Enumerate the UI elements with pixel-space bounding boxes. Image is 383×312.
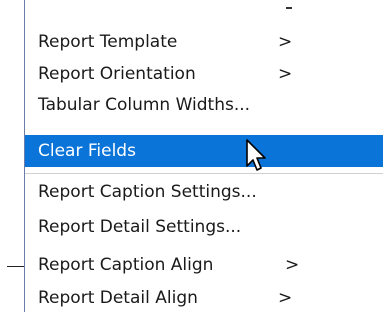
context-menu: Report Template > Report Orientation > T… [24, 0, 383, 312]
tree-connector-line [7, 266, 24, 267]
submenu-arrow-icon: > [285, 255, 300, 275]
menu-item-tabular-column-widths[interactable]: Tabular Column Widths... [25, 90, 383, 121]
menu-item-report-caption-align[interactable]: Report Caption Align > [25, 250, 383, 281]
menu-item-label: Report Orientation [38, 64, 196, 84]
menu-item-label: Clear Fields [38, 141, 136, 161]
menu-item-report-orientation[interactable]: Report Orientation > [25, 59, 383, 90]
menu-item-report-template[interactable]: Report Template > [25, 27, 383, 58]
menu-item-label: Report Detail Settings... [38, 217, 242, 237]
submenu-arrow-icon: > [278, 32, 293, 52]
menu-item-clear-fields[interactable]: Clear Fields [25, 135, 383, 167]
menu-item-report-detail-settings[interactable]: Report Detail Settings... [25, 212, 383, 243]
menu-item-label: Report Caption Align [38, 255, 214, 275]
menu-item-report-caption-settings[interactable]: Report Caption Settings... [25, 177, 383, 208]
menu-top-fragment [286, 7, 292, 9]
menu-item-label: Tabular Column Widths... [38, 95, 251, 115]
submenu-arrow-icon: > [278, 288, 293, 308]
menu-separator [25, 173, 383, 174]
mouse-pointer-icon [246, 139, 266, 171]
screen: Report Template > Report Orientation > T… [0, 0, 383, 312]
menu-item-label: Report Detail Align [38, 288, 198, 308]
menu-item-label: Report Caption Settings... [38, 182, 257, 202]
menu-item-report-detail-align[interactable]: Report Detail Align > [25, 283, 383, 312]
submenu-arrow-icon: > [278, 64, 293, 84]
menu-item-label: Report Template [38, 32, 178, 52]
